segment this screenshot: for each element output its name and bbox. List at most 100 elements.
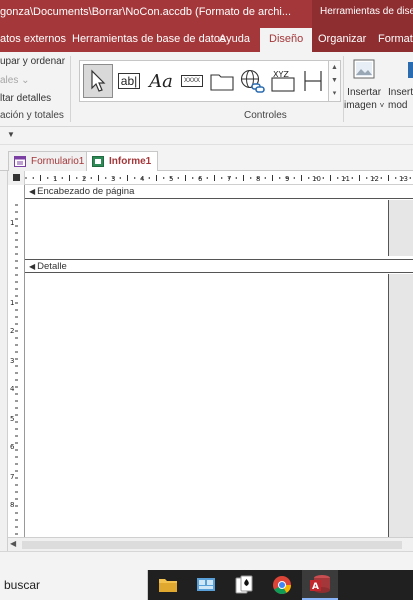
cards-icon — [235, 575, 253, 594]
access-button[interactable]: A — [302, 570, 338, 600]
module-icon — [408, 62, 413, 78]
ruler-number: 13 — [399, 175, 408, 183]
customize-toolbar-icon[interactable]: ▼ — [7, 130, 15, 139]
gallery-scroller[interactable]: ▲ ▼ ▾ — [328, 61, 340, 101]
vertical-ruler: 1 1 2 3 4 5 6 7 8 — [8, 185, 25, 537]
ruler-ticks: 1 2 3 4 5 6 7 8 9 10 11 12 13 — [25, 175, 411, 183]
label-control[interactable]: Aa — [146, 64, 176, 98]
document-tabs: Formulario1 Informe1 — [0, 145, 413, 172]
title-bar: gonza\Documents\Borrar\NoCon.accdb (Form… — [0, 0, 413, 28]
controls-gallery: ab| Aa XXXX XYZ ▲ ▼ ▾ — [79, 60, 341, 102]
settings-window-icon — [197, 578, 215, 591]
control-panel-button[interactable] — [188, 570, 224, 600]
scroll-down-icon[interactable]: ▼ — [329, 74, 340, 87]
ruler-number: 2 — [82, 175, 86, 183]
scroll-up-icon[interactable]: ▲ — [329, 61, 340, 74]
section-collapse-icon: ◀ — [29, 187, 36, 196]
detail-section[interactable] — [25, 274, 388, 537]
section-title: Encabezado de página — [37, 186, 135, 197]
hide-details-button[interactable]: ltar detalles — [0, 93, 51, 104]
insert-module-button[interactable]: Inserta mod — [388, 58, 413, 112]
hyperlink-control[interactable] — [237, 64, 267, 98]
totals-dropdown[interactable]: ales ⌄ — [0, 75, 30, 86]
more-controls-icon[interactable]: ▾ — [329, 87, 340, 100]
ruler-number: 8 — [256, 175, 260, 183]
doc-tab-informe1[interactable]: Informe1 — [86, 151, 159, 172]
grouping-totals-group-label: ación y totales — [0, 110, 64, 121]
group-separator — [70, 56, 71, 122]
detail-section-bar[interactable]: ◀ Detalle — [25, 259, 413, 273]
textbox-icon: ab| — [117, 73, 141, 89]
ruler-number: 3 — [10, 357, 14, 365]
ruler-number: 3 — [111, 175, 115, 183]
insert-image-button[interactable]: Insertar imagen ˅ — [344, 58, 384, 112]
doc-tab-formulario1[interactable]: Formulario1 — [8, 151, 92, 171]
controls-group-label: Controles — [244, 110, 287, 121]
ruler-number: 12 — [370, 175, 379, 183]
section-right-gutter — [388, 200, 413, 256]
ruler-number: 2 — [10, 327, 14, 335]
ruler-number: 1 — [53, 175, 57, 183]
section-collapse-icon: ◀ — [29, 262, 36, 271]
ribbon-tabs: atos externos Herramientas de base de da… — [0, 28, 413, 52]
access-icon: A — [310, 575, 330, 593]
tab-format[interactable]: Formato — [378, 33, 413, 45]
insert-module-label: Inserta — [388, 87, 413, 98]
page-break-icon — [304, 71, 322, 91]
horizontal-ruler: 1 2 3 4 5 6 7 8 9 10 11 12 13 — [8, 171, 413, 185]
folder-tab-icon — [210, 74, 234, 91]
label-icon: Aa — [149, 70, 173, 92]
chevron-down-icon: ⌄ — [21, 75, 30, 86]
status-bar — [0, 551, 413, 570]
doc-tab-label: Informe1 — [109, 156, 152, 167]
svg-text:A: A — [312, 582, 319, 592]
window-title: gonza\Documents\Borrar\NoCon.accdb (Form… — [0, 6, 292, 18]
taskbar: buscar A — [0, 570, 413, 600]
tab-control[interactable] — [207, 64, 237, 98]
insert-image-label-2: imagen ˅ — [344, 100, 385, 111]
ruler-number: 7 — [10, 473, 14, 481]
section-title: Detalle — [37, 261, 67, 272]
ruler-number: 6 — [10, 443, 15, 451]
horizontal-scrollbar[interactable]: ◀ — [8, 537, 413, 551]
button-icon: XXXX — [180, 75, 203, 87]
ruler-number: 4 — [10, 385, 15, 393]
text-box-control[interactable]: ab| — [114, 64, 144, 98]
select-control[interactable] — [83, 64, 113, 98]
insert-image-label: Insertar — [347, 87, 382, 98]
quick-access-strip: ▼ — [0, 127, 413, 145]
tab-database-tools[interactable]: Herramientas de base de datos — [72, 33, 225, 45]
ruler-number: 5 — [169, 175, 173, 183]
ruler-number: 6 — [198, 175, 203, 183]
ruler-number: 1 — [10, 299, 14, 307]
ruler-corner[interactable] — [8, 171, 25, 185]
chevron-down-icon: ˅ — [379, 101, 385, 110]
page-header-section-bar[interactable]: ◀ Encabezado de página — [25, 185, 413, 199]
file-explorer-button[interactable] — [150, 570, 186, 600]
search-placeholder: buscar — [4, 578, 41, 592]
tab-external-data[interactable]: atos externos — [0, 33, 66, 45]
globe-link-icon — [240, 69, 265, 93]
ruler-number: 5 — [10, 415, 14, 423]
solitaire-button[interactable] — [226, 570, 262, 600]
tab-arrange[interactable]: Organizar — [318, 33, 366, 45]
tab-design[interactable]: Diseño — [260, 28, 313, 52]
image-icon — [353, 59, 375, 79]
button-control[interactable]: XXXX — [177, 64, 207, 98]
group-and-sort-button[interactable]: upar y ordenar — [0, 56, 65, 67]
page-header-section[interactable] — [25, 200, 388, 256]
taskbar-search-box[interactable]: buscar — [0, 570, 148, 600]
ruler-number: 8 — [10, 501, 14, 509]
navigation-control[interactable]: XYZ — [268, 64, 298, 98]
ruler-number: 11 — [341, 175, 350, 183]
doc-tab-label: Formulario1 — [31, 156, 85, 167]
scroll-left-icon[interactable]: ◀ — [10, 539, 16, 548]
ruler-number: 9 — [285, 175, 289, 183]
scrollbar-thumb[interactable] — [22, 541, 402, 549]
ruler-number: 4 — [140, 175, 145, 183]
tab-help[interactable]: Ayuda — [219, 33, 250, 45]
pointer-icon — [91, 69, 106, 92]
chrome-button[interactable] — [264, 570, 300, 600]
svg-text:XYZ: XYZ — [273, 70, 289, 79]
line-control[interactable] — [298, 64, 328, 98]
